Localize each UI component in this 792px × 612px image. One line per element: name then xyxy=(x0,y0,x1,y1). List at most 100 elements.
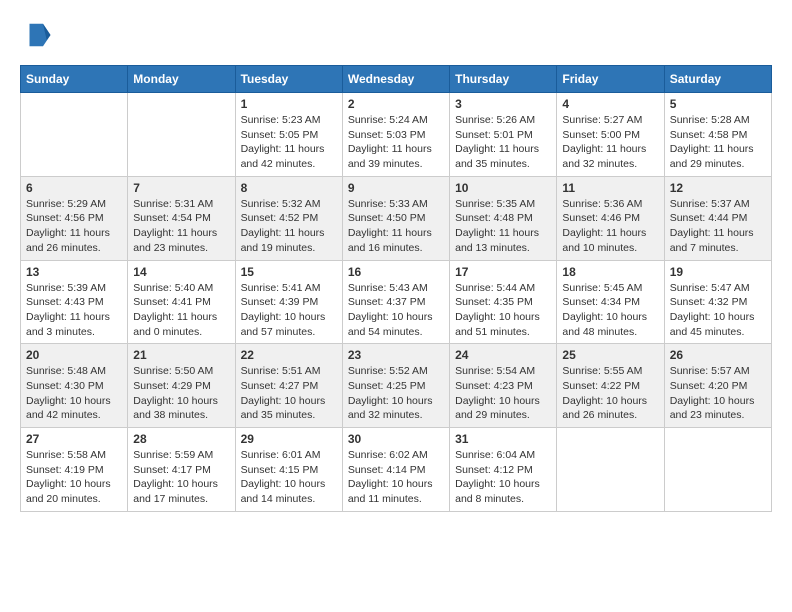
calendar-cell: 9 Sunrise: 5:33 AM Sunset: 4:50 PM Daylig… xyxy=(342,176,449,260)
calendar-cell: 7Sunrise: 5:31 AM Sunset: 4:54 PM Daylig… xyxy=(128,176,235,260)
day-number: 20 xyxy=(26,348,122,362)
calendar-cell: 12 Sunrise: 5:37 AM Sunset: 4:44 PM Dayli… xyxy=(664,176,771,260)
page-header xyxy=(20,20,772,55)
day-info: Sunrise: 5:36 AM Sunset: 4:46 PM Dayligh… xyxy=(562,197,658,256)
day-number: 30 xyxy=(348,432,444,446)
calendar-cell: 13 Sunrise: 5:39 AM Sunset: 4:43 PM Dayli… xyxy=(21,260,128,344)
calendar-cell: 10 Sunrise: 5:35 AM Sunset: 4:48 PM Dayli… xyxy=(450,176,557,260)
calendar-cell xyxy=(557,428,664,512)
day-info: Sunrise: 5:23 AM Sunset: 5:05 PM Dayligh… xyxy=(241,113,337,172)
day-number: 14 xyxy=(133,265,229,279)
calendar-cell: 24Sunrise: 5:54 AM Sunset: 4:23 PM Dayli… xyxy=(450,344,557,428)
day-info: Sunrise: 5:58 AM Sunset: 4:19 PM Dayligh… xyxy=(26,448,122,507)
calendar-cell: 28 Sunrise: 5:59 AM Sunset: 4:17 PM Dayli… xyxy=(128,428,235,512)
calendar-weekday-header: Monday xyxy=(128,66,235,93)
calendar-cell: 1 Sunrise: 5:23 AM Sunset: 5:05 PM Daylig… xyxy=(235,93,342,177)
day-info: Sunrise: 5:26 AM Sunset: 5:01 PM Dayligh… xyxy=(455,113,551,172)
calendar-cell: 5 Sunrise: 5:28 AM Sunset: 4:58 PM Daylig… xyxy=(664,93,771,177)
calendar-cell: 3Sunrise: 5:26 AM Sunset: 5:01 PM Daylig… xyxy=(450,93,557,177)
day-number: 18 xyxy=(562,265,658,279)
day-info: Sunrise: 5:45 AM Sunset: 4:34 PM Dayligh… xyxy=(562,281,658,340)
calendar-header-row: SundayMondayTuesdayWednesdayThursdayFrid… xyxy=(21,66,772,93)
day-info: Sunrise: 6:04 AM Sunset: 4:12 PM Dayligh… xyxy=(455,448,551,507)
calendar-weekday-header: Thursday xyxy=(450,66,557,93)
day-info: Sunrise: 5:50 AM Sunset: 4:29 PM Dayligh… xyxy=(133,364,229,423)
calendar-cell: 27 Sunrise: 5:58 AM Sunset: 4:19 PM Dayli… xyxy=(21,428,128,512)
calendar-cell: 25 Sunrise: 5:55 AM Sunset: 4:22 PM Dayli… xyxy=(557,344,664,428)
day-info: Sunrise: 5:29 AM Sunset: 4:56 PM Dayligh… xyxy=(26,197,122,256)
day-number: 25 xyxy=(562,348,658,362)
calendar-weekday-header: Tuesday xyxy=(235,66,342,93)
day-info: Sunrise: 5:27 AM Sunset: 5:00 PM Dayligh… xyxy=(562,113,658,172)
calendar-cell: 16 Sunrise: 5:43 AM Sunset: 4:37 PM Dayli… xyxy=(342,260,449,344)
day-info: Sunrise: 5:51 AM Sunset: 4:27 PM Dayligh… xyxy=(241,364,337,423)
day-number: 17 xyxy=(455,265,551,279)
day-number: 13 xyxy=(26,265,122,279)
day-number: 28 xyxy=(133,432,229,446)
day-info: Sunrise: 5:59 AM Sunset: 4:17 PM Dayligh… xyxy=(133,448,229,507)
day-number: 26 xyxy=(670,348,766,362)
logo xyxy=(20,20,52,55)
calendar-cell: 4Sunrise: 5:27 AM Sunset: 5:00 PM Daylig… xyxy=(557,93,664,177)
day-info: Sunrise: 5:37 AM Sunset: 4:44 PM Dayligh… xyxy=(670,197,766,256)
calendar-weekday-header: Wednesday xyxy=(342,66,449,93)
calendar-week-row: 6 Sunrise: 5:29 AM Sunset: 4:56 PM Daylig… xyxy=(21,176,772,260)
day-info: Sunrise: 5:40 AM Sunset: 4:41 PM Dayligh… xyxy=(133,281,229,340)
logo-icon xyxy=(22,20,52,50)
day-info: Sunrise: 5:48 AM Sunset: 4:30 PM Dayligh… xyxy=(26,364,122,423)
calendar-cell xyxy=(664,428,771,512)
day-info: Sunrise: 6:02 AM Sunset: 4:14 PM Dayligh… xyxy=(348,448,444,507)
day-number: 6 xyxy=(26,181,122,195)
calendar-weekday-header: Sunday xyxy=(21,66,128,93)
calendar-cell: 6 Sunrise: 5:29 AM Sunset: 4:56 PM Daylig… xyxy=(21,176,128,260)
day-number: 21 xyxy=(133,348,229,362)
day-number: 15 xyxy=(241,265,337,279)
day-info: Sunrise: 5:57 AM Sunset: 4:20 PM Dayligh… xyxy=(670,364,766,423)
day-info: Sunrise: 6:01 AM Sunset: 4:15 PM Dayligh… xyxy=(241,448,337,507)
calendar-cell: 29Sunrise: 6:01 AM Sunset: 4:15 PM Dayli… xyxy=(235,428,342,512)
day-number: 11 xyxy=(562,181,658,195)
calendar-cell: 30 Sunrise: 6:02 AM Sunset: 4:14 PM Dayli… xyxy=(342,428,449,512)
day-number: 16 xyxy=(348,265,444,279)
calendar-cell: 19Sunrise: 5:47 AM Sunset: 4:32 PM Dayli… xyxy=(664,260,771,344)
day-info: Sunrise: 5:44 AM Sunset: 4:35 PM Dayligh… xyxy=(455,281,551,340)
calendar-cell: 17 Sunrise: 5:44 AM Sunset: 4:35 PM Dayli… xyxy=(450,260,557,344)
calendar-cell: 26 Sunrise: 5:57 AM Sunset: 4:20 PM Dayli… xyxy=(664,344,771,428)
calendar-week-row: 1 Sunrise: 5:23 AM Sunset: 5:05 PM Daylig… xyxy=(21,93,772,177)
calendar-cell xyxy=(21,93,128,177)
calendar-cell: 15Sunrise: 5:41 AM Sunset: 4:39 PM Dayli… xyxy=(235,260,342,344)
day-info: Sunrise: 5:35 AM Sunset: 4:48 PM Dayligh… xyxy=(455,197,551,256)
calendar-week-row: 27 Sunrise: 5:58 AM Sunset: 4:19 PM Dayli… xyxy=(21,428,772,512)
calendar-week-row: 20 Sunrise: 5:48 AM Sunset: 4:30 PM Dayli… xyxy=(21,344,772,428)
calendar-cell xyxy=(128,93,235,177)
day-info: Sunrise: 5:32 AM Sunset: 4:52 PM Dayligh… xyxy=(241,197,337,256)
day-number: 22 xyxy=(241,348,337,362)
day-number: 8 xyxy=(241,181,337,195)
calendar-cell: 18 Sunrise: 5:45 AM Sunset: 4:34 PM Dayli… xyxy=(557,260,664,344)
calendar-cell: 11 Sunrise: 5:36 AM Sunset: 4:46 PM Dayli… xyxy=(557,176,664,260)
day-info: Sunrise: 5:39 AM Sunset: 4:43 PM Dayligh… xyxy=(26,281,122,340)
calendar-cell: 22 Sunrise: 5:51 AM Sunset: 4:27 PM Dayli… xyxy=(235,344,342,428)
day-info: Sunrise: 5:33 AM Sunset: 4:50 PM Dayligh… xyxy=(348,197,444,256)
day-number: 10 xyxy=(455,181,551,195)
day-number: 12 xyxy=(670,181,766,195)
calendar-cell: 14 Sunrise: 5:40 AM Sunset: 4:41 PM Dayli… xyxy=(128,260,235,344)
day-number: 1 xyxy=(241,97,337,111)
day-number: 23 xyxy=(348,348,444,362)
day-number: 5 xyxy=(670,97,766,111)
day-info: Sunrise: 5:47 AM Sunset: 4:32 PM Dayligh… xyxy=(670,281,766,340)
day-info: Sunrise: 5:28 AM Sunset: 4:58 PM Dayligh… xyxy=(670,113,766,172)
day-number: 27 xyxy=(26,432,122,446)
calendar-table: SundayMondayTuesdayWednesdayThursdayFrid… xyxy=(20,65,772,512)
day-info: Sunrise: 5:24 AM Sunset: 5:03 PM Dayligh… xyxy=(348,113,444,172)
calendar-cell: 21 Sunrise: 5:50 AM Sunset: 4:29 PM Dayli… xyxy=(128,344,235,428)
day-number: 9 xyxy=(348,181,444,195)
calendar-weekday-header: Saturday xyxy=(664,66,771,93)
calendar-cell: 20 Sunrise: 5:48 AM Sunset: 4:30 PM Dayli… xyxy=(21,344,128,428)
day-number: 7 xyxy=(133,181,229,195)
calendar-cell: 23Sunrise: 5:52 AM Sunset: 4:25 PM Dayli… xyxy=(342,344,449,428)
calendar-body: 1 Sunrise: 5:23 AM Sunset: 5:05 PM Daylig… xyxy=(21,93,772,512)
day-info: Sunrise: 5:55 AM Sunset: 4:22 PM Dayligh… xyxy=(562,364,658,423)
calendar-cell: 31Sunrise: 6:04 AM Sunset: 4:12 PM Dayli… xyxy=(450,428,557,512)
day-info: Sunrise: 5:43 AM Sunset: 4:37 PM Dayligh… xyxy=(348,281,444,340)
